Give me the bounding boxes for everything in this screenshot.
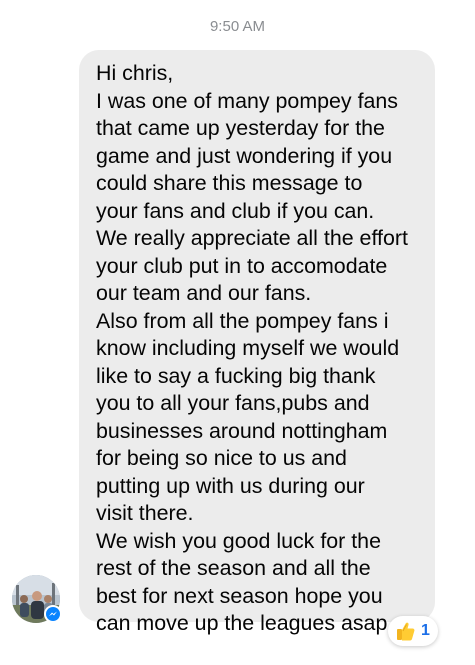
message-line: that came up yesterday for the	[96, 116, 385, 140]
message-line: Also from all the pompey fans i	[96, 308, 389, 333]
message-timestamp: 9:50 AM	[209, 18, 266, 35]
message-line: could share this message to	[96, 171, 363, 195]
message-line: businesses around nottingham	[96, 418, 388, 443]
message-line: know including myself we would	[96, 336, 400, 360]
message-bubble[interactable]: Hi chris, I was one of many pompey fans …	[79, 50, 435, 635]
message-line: Hi chris,	[96, 61, 174, 85]
message-line: putting up with us during our	[96, 473, 365, 498]
message-line: best for next season hope you	[96, 583, 383, 608]
message-line: game and just wondering if you	[96, 143, 393, 168]
message-line: We wish you good luck for the	[96, 528, 381, 553]
message-line: like to say a fucking big thank	[96, 363, 376, 388]
message-line: visit there.	[96, 501, 194, 525]
message-line: your fans and club if you can.	[96, 198, 375, 223]
messenger-badge	[44, 605, 62, 623]
messenger-icon	[49, 611, 57, 616]
message-line: you to all your fans,pubs and	[96, 391, 370, 415]
message-line: can move up the leagues asap	[96, 611, 388, 635]
message-line: We really appreciate all the effort	[96, 226, 408, 250]
message-line: rest of the season and all the	[96, 556, 371, 580]
message-line: I was one of many pompey fans	[96, 88, 399, 113]
thumbs-up-icon	[397, 622, 415, 641]
message-line: our team and our fans.	[96, 281, 312, 305]
reaction-count: 1	[421, 622, 430, 639]
reaction-badge[interactable]: 1	[388, 616, 438, 646]
message-line: for being so nice to us and	[96, 446, 347, 470]
message-line: your club put in to accomodate	[96, 253, 388, 278]
